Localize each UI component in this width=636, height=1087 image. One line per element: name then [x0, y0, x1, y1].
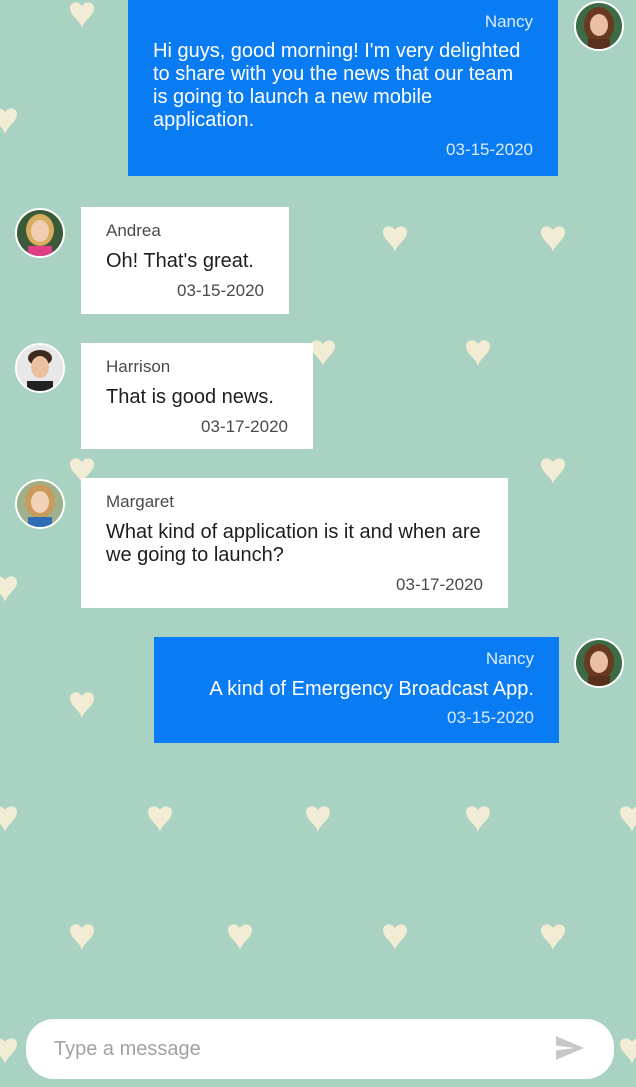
message-bubble-incoming[interactable]: Andrea Oh! That's great. 03-15-2020 — [81, 207, 289, 314]
avatar-nancy[interactable] — [574, 638, 624, 688]
message-text: A kind of Emergency Broadcast App. — [209, 678, 534, 700]
sender-name: Andrea — [106, 221, 161, 240]
sender-name: Nancy — [484, 12, 533, 31]
send-icon — [556, 1035, 584, 1060]
message-date: 03-17-2020 — [396, 575, 483, 594]
send-button[interactable] — [548, 1029, 592, 1069]
message-date: 03-15-2020 — [447, 708, 534, 727]
message-bubble-incoming[interactable]: Harrison That is good news. 03-17-2020 — [81, 343, 313, 449]
message-text: Oh! That's great. — [106, 250, 254, 272]
avatar-andrea[interactable] — [15, 208, 65, 258]
sender-name: Nancy — [485, 649, 534, 668]
message-input[interactable] — [54, 1019, 544, 1079]
sender-name: Margaret — [106, 492, 175, 511]
message-text: What kind of application is it and when … — [106, 521, 481, 566]
message-bubble-outgoing[interactable]: Nancy A kind of Emergency Broadcast App.… — [154, 637, 559, 743]
message-date: 03-17-2020 — [201, 417, 288, 436]
message-text: That is good news. — [106, 386, 274, 408]
message-date: 03-15-2020 — [177, 281, 264, 300]
message-text: Hi guys, good morning! I'm very delighte… — [153, 40, 521, 131]
message-date: 03-15-2020 — [446, 140, 533, 159]
avatar-nancy[interactable] — [574, 1, 624, 51]
message-composer — [26, 1019, 614, 1079]
avatar-margaret[interactable] — [15, 479, 65, 529]
message-bubble-incoming[interactable]: Margaret What kind of application is it … — [81, 478, 508, 608]
message-bubble-outgoing[interactable]: Nancy Hi guys, good morning! I'm very de… — [128, 0, 558, 176]
avatar-harrison[interactable] — [15, 343, 65, 393]
sender-name: Harrison — [106, 357, 171, 376]
